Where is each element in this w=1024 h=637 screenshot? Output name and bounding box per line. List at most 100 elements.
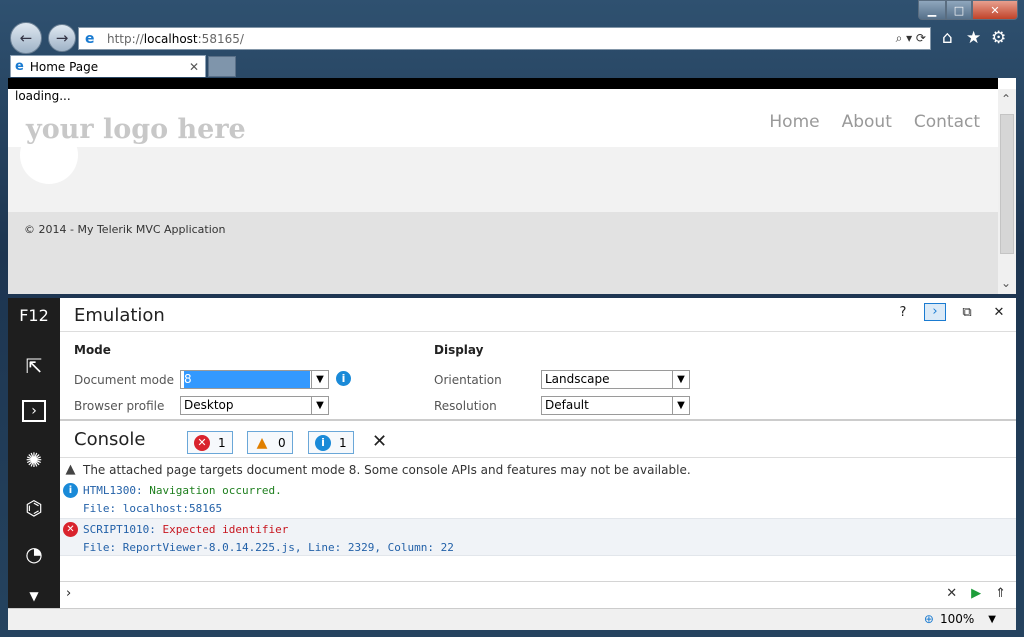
- nav-message: HTML1300: Navigation occurred.: [83, 484, 282, 497]
- console-input[interactable]: › ✕ ▶ ⇑: [60, 581, 1016, 608]
- window-controls: ▁ □ ✕: [918, 0, 1018, 20]
- document-mode-value: 8: [184, 371, 310, 388]
- console-toggle-icon[interactable]: ›: [924, 303, 946, 321]
- devtools-sidebar: F12 ⇱ › ✺ ⌬ ◔ ▼: [8, 298, 60, 608]
- divider: [60, 331, 1016, 332]
- error-file-link[interactable]: File: ReportViewer-8.0.14.225.js, Line: …: [83, 541, 454, 554]
- nav-text: Navigation occurred.: [149, 484, 282, 497]
- forward-button[interactable]: →: [48, 24, 76, 52]
- forward-arrow-icon: →: [55, 29, 69, 47]
- error-text: Expected identifier: [162, 523, 289, 536]
- browser-window: ▁ □ ✕ ← → e http://localhost:58165/ ⌕ ▾ …: [0, 0, 1024, 637]
- ie-page-icon: e: [85, 30, 95, 47]
- site-logo[interactable]: your logo here: [26, 114, 246, 145]
- close-devtools-icon[interactable]: ✕: [988, 305, 1010, 320]
- performance-gauge-icon[interactable]: ◔: [20, 540, 48, 568]
- browser-profile-select[interactable]: Desktop ▼: [180, 396, 329, 415]
- nav-about-link[interactable]: About: [842, 112, 892, 132]
- console-message-warning[interactable]: ▲ The attached page targets document mod…: [60, 459, 1016, 479]
- console-tool-icon[interactable]: ›: [22, 400, 46, 422]
- mode-heading: Mode: [74, 343, 111, 357]
- error-icon: ✕: [194, 434, 210, 451]
- error-icon: ✕: [63, 522, 78, 537]
- undock-icon[interactable]: ⧉: [956, 305, 978, 320]
- chevron-down-icon: ▼: [988, 613, 996, 625]
- site-footer: © 2014 - My Telerik MVC Application: [8, 212, 998, 294]
- clear-input-icon[interactable]: ✕: [946, 586, 957, 601]
- display-heading: Display: [434, 343, 484, 357]
- scroll-down-icon[interactable]: ⌄: [1001, 276, 1011, 290]
- console-title: Console: [74, 429, 146, 450]
- loading-text: loading...: [15, 89, 71, 103]
- favorites-star-icon[interactable]: ★: [966, 28, 981, 48]
- expand-input-icon[interactable]: ⇑: [995, 586, 1006, 601]
- error-code: SCRIPT1010:: [83, 523, 156, 536]
- network-icon[interactable]: ⌬: [20, 494, 48, 522]
- devtools-panel: Emulation ? › ⧉ ✕ Mode Display Document …: [60, 298, 1016, 608]
- chevron-down-icon: ▼: [311, 371, 328, 388]
- document-mode-label: Document mode: [74, 373, 175, 387]
- back-arrow-icon: ←: [19, 29, 33, 47]
- chevron-down-icon: ▼: [672, 397, 689, 414]
- address-bar[interactable]: e http://localhost:58165/ ⌕ ▾ ⟳: [78, 27, 931, 50]
- chevron-down-icon: ▼: [311, 397, 328, 414]
- divider: [60, 457, 1016, 458]
- clear-console-icon[interactable]: ✕: [372, 431, 387, 452]
- zoom-magnifier-icon: ⊕: [923, 612, 934, 626]
- new-tab-button[interactable]: [208, 56, 236, 77]
- footer-copyright: © 2014 - My Telerik MVC Application: [24, 223, 226, 236]
- console-input-controls: ✕ ▶ ⇑: [946, 586, 1006, 601]
- info-icon: i: [63, 483, 78, 498]
- help-icon[interactable]: ?: [892, 305, 914, 320]
- document-mode-select[interactable]: 8 ▼: [180, 370, 329, 389]
- warning-count: 0: [278, 435, 286, 450]
- divider[interactable]: [60, 419, 1016, 421]
- zoom-control[interactable]: ⊕ 100% ▼: [924, 612, 996, 626]
- errors-filter-button[interactable]: ✕ 1: [187, 431, 233, 454]
- scroll-up-icon[interactable]: ⌃: [1001, 92, 1011, 106]
- info-icon: i: [315, 434, 331, 451]
- tab-home-page[interactable]: e Home Page ✕: [10, 55, 206, 77]
- error-count: 1: [218, 435, 226, 450]
- more-tools-chevron-icon[interactable]: ▼: [20, 582, 48, 610]
- orientation-value: Landscape: [545, 372, 610, 386]
- resolution-select[interactable]: Default ▼: [541, 396, 690, 415]
- warnings-filter-button[interactable]: ▲ 0: [247, 431, 293, 454]
- search-dropdown-refresh-icons[interactable]: ⌕ ▾ ⟳: [896, 31, 926, 46]
- loading-bar: [8, 78, 998, 89]
- orientation-select[interactable]: Landscape ▼: [541, 370, 690, 389]
- run-play-icon[interactable]: ▶: [971, 586, 981, 601]
- back-button[interactable]: ←: [10, 22, 42, 54]
- scroll-thumb[interactable]: [1000, 114, 1014, 254]
- close-window-button[interactable]: ✕: [972, 0, 1018, 20]
- messages-filter-button[interactable]: i 1: [308, 431, 354, 454]
- settings-gear-icon[interactable]: ⚙: [991, 28, 1006, 48]
- resolution-label: Resolution: [434, 399, 497, 413]
- error-message: SCRIPT1010: Expected identifier: [83, 523, 288, 536]
- info-count: 1: [339, 435, 347, 450]
- status-bar: ⊕ 100% ▼: [8, 608, 1016, 630]
- page-scrollbar[interactable]: ⌃ ⌄: [998, 89, 1016, 294]
- orientation-label: Orientation: [434, 373, 502, 387]
- address-url[interactable]: http://localhost:58165/: [107, 32, 244, 46]
- site-nav: Home About Contact: [769, 112, 980, 132]
- info-icon[interactable]: i: [336, 371, 351, 386]
- console-message-info[interactable]: i HTML1300: Navigation occurred. File: l…: [60, 480, 1016, 518]
- dom-explorer-icon[interactable]: ⇱: [20, 352, 48, 380]
- page-body: your logo here Home About Contact © 2014…: [8, 106, 998, 294]
- home-icon[interactable]: ⌂: [942, 28, 953, 48]
- nav-contact-link[interactable]: Contact: [914, 112, 980, 132]
- nav-code: HTML1300:: [83, 484, 143, 497]
- nav-home-link[interactable]: Home: [769, 112, 819, 132]
- zoom-level: 100%: [939, 612, 975, 626]
- console-message-error[interactable]: ✕ SCRIPT1010: Expected identifier File: …: [60, 518, 1016, 556]
- resolution-value: Default: [545, 398, 589, 412]
- maximize-button[interactable]: □: [946, 0, 972, 20]
- debugger-bug-icon[interactable]: ✺: [20, 446, 48, 474]
- f12-label: F12: [19, 306, 49, 325]
- close-tab-icon[interactable]: ✕: [189, 60, 199, 74]
- minimize-button[interactable]: ▁: [918, 0, 946, 20]
- browser-profile-value: Desktop: [184, 398, 234, 412]
- ie-tab-icon: e: [15, 59, 24, 74]
- nav-file-link[interactable]: File: localhost:58165: [83, 502, 222, 515]
